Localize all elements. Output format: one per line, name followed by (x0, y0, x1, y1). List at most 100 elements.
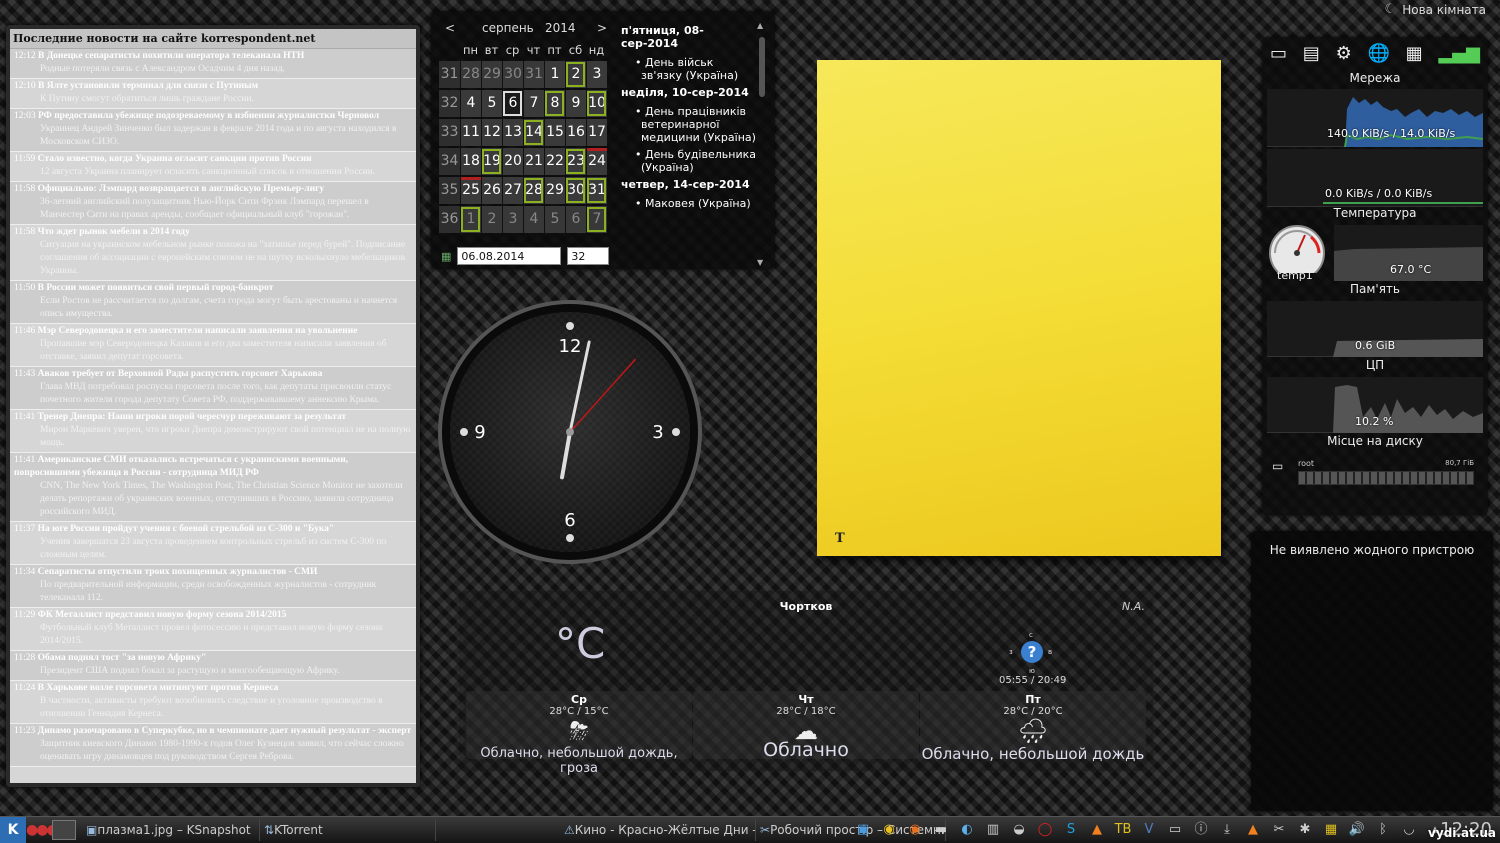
news-item-headline[interactable]: ФК Металлист представил новую форму сезо… (38, 610, 287, 620)
news-item-headline[interactable]: Мэр Северодонецка и его заместители напи… (38, 326, 358, 336)
skype-icon[interactable]: S (1060, 819, 1082, 841)
calendar-date-input[interactable] (457, 247, 562, 265)
calendar-day[interactable]: 2 (481, 206, 502, 233)
calendar-day[interactable]: 5 (544, 206, 565, 233)
calendar-day[interactable]: 1 (460, 206, 481, 233)
news-item[interactable]: 11:24 В Харькове возле горсовета митингу… (10, 681, 416, 724)
news-item-title[interactable]: 11:46 Мэр Северодонецка и его заместител… (14, 325, 412, 338)
news-item[interactable]: 11:34 Сепаратисты отпустили троих похище… (10, 565, 416, 608)
news-item[interactable]: 11:59 Стало известно, когда Украина огла… (10, 152, 416, 182)
news-item-title[interactable]: 11:43 Аваков требует от Верховной Рады р… (14, 368, 412, 381)
hardware-icon[interactable]: ⚙ (1336, 43, 1352, 64)
news-item-headline[interactable]: Динамо разочаровано в Супер­кубке, но в … (38, 726, 411, 736)
news-item-headline[interactable]: Официально: Лэмпард возвращается в англи… (38, 184, 324, 194)
news-item-title[interactable]: 11:24 В Харькове возле горсовета митингу… (14, 682, 412, 695)
news-item[interactable]: 11:29 ФК Металлист представил новую форм… (10, 608, 416, 651)
news-item-headline[interactable]: Что ждет рынок мебели в 2014 году (38, 227, 190, 237)
tv-icon[interactable]: TB (1112, 819, 1134, 841)
calendar-day[interactable]: 13 (502, 119, 523, 146)
calendar-day[interactable]: 11 (460, 119, 481, 146)
desktop-pager[interactable] (52, 820, 76, 840)
calendar-day[interactable]: 25 (460, 177, 481, 204)
calendar-day[interactable]: 4 (523, 206, 544, 233)
calendar-prev-button[interactable]: < (445, 21, 455, 35)
news-item-title[interactable]: 11:58 Что ждет рынок мебели в 2014 году (14, 226, 412, 239)
news-item-headline[interactable]: Американские СМИ отказались встречаться … (14, 455, 348, 478)
news-item[interactable]: 11:46 Мэр Северодонецка и его заместител… (10, 324, 416, 367)
calendar-day[interactable]: 24 (586, 148, 607, 175)
news-item-headline[interactable]: В Ялте установили терминал для связи с П… (38, 81, 258, 91)
news-item[interactable]: 11:23 Динамо разочаровано в Супер­кубке,… (10, 724, 416, 767)
calendar-day[interactable]: 29 (481, 61, 502, 88)
calendar-day[interactable]: 18 (460, 148, 481, 175)
news-item-title[interactable]: 12:03 РФ предоставила убежище подозревае… (14, 110, 412, 123)
news-item-headline[interactable]: Аваков требует от Верховной Рады распуст… (38, 369, 323, 379)
bluetooth-icon[interactable]: ᛒ (1372, 819, 1394, 841)
taskbar-task[interactable]: ▣плазма1.jpg – KSnapshot (82, 819, 260, 841)
activity-switcher[interactable]: ☾ Нова кімната (1385, 2, 1486, 17)
news-item[interactable]: 11:41 Американские СМИ отказались встреч… (10, 453, 416, 522)
calendar-day[interactable]: 29 (544, 177, 565, 204)
calendar-day[interactable]: 19 (481, 148, 502, 175)
calendar-day[interactable]: 17 (586, 119, 607, 146)
keyboard-layout-icon[interactable]: ▦ (1320, 819, 1342, 841)
calendar-day[interactable]: 7 (523, 90, 544, 117)
calendar-day[interactable]: 30 (565, 177, 586, 204)
news-item-title[interactable]: 12:12 В Донецке сепаратисты похитили опе… (14, 50, 412, 63)
calendar-day[interactable]: 15 (544, 119, 565, 146)
network-globe-icon[interactable]: 🌐 (1367, 43, 1389, 64)
hdd-icon[interactable]: ▭ (1270, 43, 1287, 64)
calendar-day[interactable]: 30 (502, 61, 523, 88)
calendar-day[interactable]: 14 (523, 119, 544, 146)
vk-icon[interactable]: V (1138, 819, 1160, 841)
calendar-day[interactable]: 22 (544, 148, 565, 175)
news-item-title[interactable]: 11:41 Тренер Днепра: Наши игроки порой ч… (14, 411, 412, 424)
news-item[interactable]: 11:37 На юге России пройдут учения с бое… (10, 522, 416, 565)
cpu-chip-icon[interactable]: ▦ (1406, 43, 1423, 64)
calendar-day[interactable]: 31 (586, 177, 607, 204)
calendar-day[interactable]: 4 (460, 90, 481, 117)
news-item-headline[interactable]: Стало известно, когда Украина огласит са… (38, 154, 312, 164)
news-item[interactable]: 11:28 Обама поднял тост "за новую Африку… (10, 651, 416, 681)
calendar-day[interactable]: 6 (565, 206, 586, 233)
news-item-headline[interactable]: В Харькове возле горсовета митингуют про… (38, 683, 279, 693)
download-icon[interactable]: ⤓ (1216, 819, 1238, 841)
calendar-day[interactable]: 7 (586, 206, 607, 233)
activities-icon[interactable]: ●●● (26, 822, 59, 838)
calendar-today-icon[interactable]: ▦ (441, 250, 451, 263)
calendar-day[interactable]: 28 (523, 177, 544, 204)
calendar-week-input[interactable] (567, 247, 610, 265)
calendar-day[interactable]: 23 (565, 148, 586, 175)
calendar-day[interactable]: 5 (481, 90, 502, 117)
news-item[interactable]: 11:50 В России может появиться свой перв… (10, 281, 416, 324)
news-item-title[interactable]: 11:34 Сепаратисты отпустили троих похище… (14, 566, 412, 579)
news-item-headline[interactable]: Сепаратисты отпустили троих похищенных ж… (38, 567, 318, 577)
tools-icon[interactable]: ✂ (1268, 819, 1290, 841)
calendar-day[interactable]: 8 (544, 90, 565, 117)
calendar-day[interactable]: 9 (565, 90, 586, 117)
calendar-day[interactable]: 21 (523, 148, 544, 175)
news-item-headline[interactable]: В Донецке сепаратисты похитили оператора… (38, 51, 304, 61)
calendar-day[interactable]: 10 (586, 90, 607, 117)
scroll-up-icon[interactable]: ▲ (757, 21, 763, 30)
terminal-icon[interactable]: ▬ (930, 819, 952, 841)
news-item-headline[interactable]: Тренер Днепра: Наши игроки порой чересчу… (38, 412, 346, 422)
calendar-month[interactable]: серпень (482, 21, 534, 35)
news-item-headline[interactable]: РФ предоставила убежище подозреваемому в… (38, 111, 379, 121)
calendar-day[interactable]: 27 (502, 177, 523, 204)
calendar-day[interactable]: 31 (523, 61, 544, 88)
news-item-title[interactable]: 12:10 В Ялте установили терминал для свя… (14, 80, 412, 93)
news-item[interactable]: 11:41 Тренер Днепра: Наши игроки порой ч… (10, 410, 416, 453)
news-item[interactable]: 11:58 Что ждет рынок мебели в 2014 году С… (10, 225, 416, 281)
news-item[interactable]: 11:43 Аваков требует от Верховной Рады р… (10, 367, 416, 410)
note-format-icon[interactable]: T (835, 531, 845, 546)
browser-icon[interactable]: ◐ (956, 819, 978, 841)
finder-icon[interactable]: ▣ (852, 819, 874, 841)
calendar-day[interactable]: 1 (544, 61, 565, 88)
news-item-headline[interactable]: На юге России пройдут учения с боевой ст… (38, 524, 335, 534)
taskbar-task[interactable]: ⇅KTorrent (260, 819, 436, 841)
news-list[interactable]: 12:12 В Донецке сепаратисты похитили опе… (10, 49, 416, 767)
signal-bars-icon[interactable]: ▂▄▆ (1438, 43, 1480, 64)
news-item-title[interactable]: 11:58 Официально: Лэмпард возвращается в… (14, 183, 412, 196)
news-item[interactable]: 12:10 В Ялте установили терминал для свя… (10, 79, 416, 109)
